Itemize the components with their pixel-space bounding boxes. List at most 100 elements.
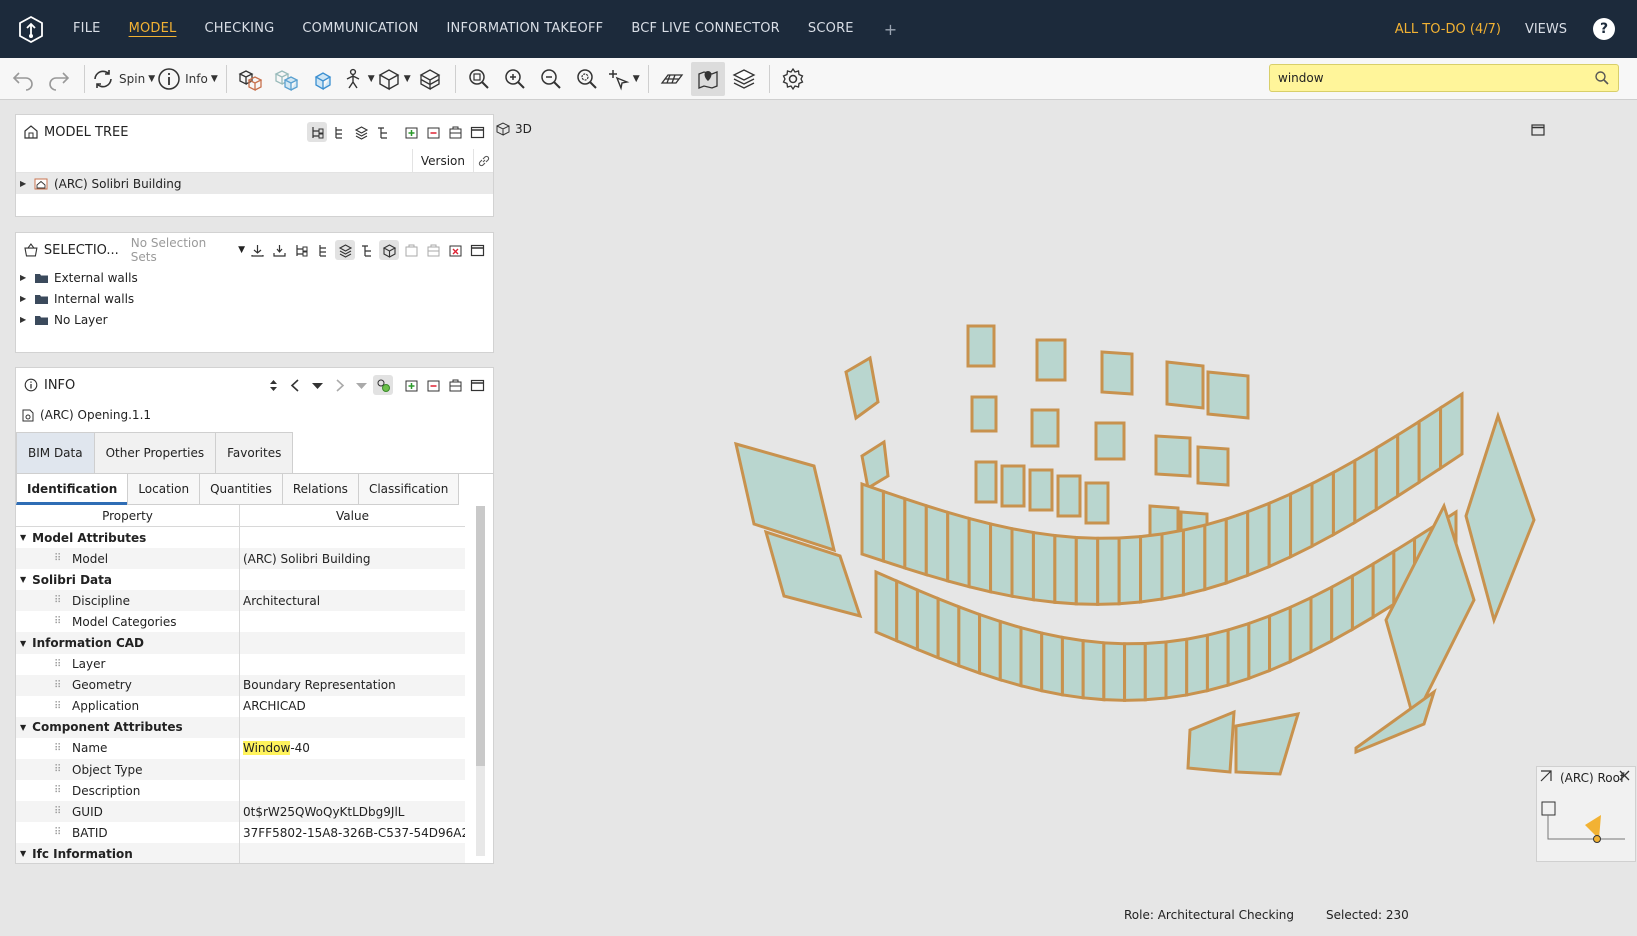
upper-window[interactable] (1000, 464, 1026, 508)
layers-button[interactable] (727, 62, 761, 96)
side-window[interactable] (860, 439, 890, 491)
tree-types-button[interactable] (373, 122, 393, 142)
menu-score[interactable]: SCORE (808, 0, 854, 58)
curtain-wall-lower[interactable] (1268, 605, 1292, 673)
tab-bim-data[interactable]: BIM Data (16, 432, 95, 473)
property-row[interactable]: Name Window-40 (16, 737, 465, 760)
upper-window[interactable] (1165, 360, 1205, 410)
menu-checking[interactable]: CHECKING (205, 0, 275, 58)
curtain-wall-upper[interactable] (1160, 528, 1185, 601)
bottom-window[interactable] (1234, 712, 1301, 776)
model-options-button[interactable] (445, 122, 465, 142)
curtain-wall-upper[interactable] (1139, 532, 1164, 604)
upper-window[interactable] (1056, 474, 1082, 518)
menu-file[interactable]: FILE (73, 0, 101, 58)
spin-dropdown-icon[interactable]: ▼ (148, 74, 155, 84)
property-column-header[interactable]: Property (16, 505, 240, 526)
right-wall-upper[interactable] (1464, 411, 1536, 625)
curtain-wall-upper[interactable] (1417, 405, 1443, 486)
left-wall-upper[interactable] (733, 441, 837, 553)
collapse-triangle-icon[interactable]: ▼ (20, 533, 26, 542)
curtain-wall-lower[interactable] (915, 587, 940, 660)
import-selection-button[interactable] (247, 240, 267, 260)
expand-triangle-icon[interactable]: ▶ (20, 294, 34, 303)
set-layers-button[interactable] (335, 240, 355, 260)
close-icon[interactable] (1618, 769, 1631, 782)
transparent-button[interactable] (269, 62, 303, 96)
curtain-wall-upper[interactable] (903, 496, 928, 577)
curtain-wall-lower[interactable] (1371, 548, 1396, 620)
property-row[interactable]: Geometry Boundary Representation (16, 674, 465, 696)
expand-minimap-icon[interactable] (1539, 769, 1553, 783)
tree-layers-button[interactable] (351, 122, 371, 142)
menu-information-takeoff[interactable]: INFORMATION TAKEOFF (447, 0, 604, 58)
upper-window[interactable] (1035, 338, 1067, 382)
property-row[interactable]: Description (16, 780, 465, 802)
curtain-wall-upper[interactable] (1074, 535, 1100, 606)
export-selection-button[interactable] (269, 240, 289, 260)
curtain-wall-lower[interactable] (1350, 561, 1375, 632)
search-input[interactable] (1278, 71, 1594, 85)
right-wall-lower[interactable] (1384, 502, 1476, 725)
subtab-relations[interactable]: Relations (281, 474, 359, 505)
curtain-wall-upper[interactable] (1267, 491, 1293, 569)
info-dropdown-icon[interactable]: ▼ (211, 74, 218, 84)
property-group-row[interactable]: ▼ Solibri Data (16, 569, 465, 591)
curtain-wall-upper[interactable] (1181, 523, 1207, 597)
selection-set-no-layer[interactable]: ▶ No Layer (16, 309, 493, 330)
curtain-wall-lower[interactable] (1309, 584, 1334, 655)
property-group-row[interactable]: ▼ Component Attributes (16, 716, 465, 738)
curtain-wall-upper[interactable] (1246, 501, 1271, 578)
curtain-wall-upper[interactable] (967, 516, 993, 594)
help-button[interactable]: ? (1593, 18, 1615, 40)
set-cube-button[interactable] (379, 240, 399, 260)
set-option2-button[interactable] (423, 240, 443, 260)
curtain-wall-upper[interactable] (1031, 530, 1057, 604)
tree-floors-button[interactable] (329, 122, 349, 142)
set-tree-button[interactable] (313, 240, 333, 260)
walk-dropdown-icon[interactable]: ▼ (368, 74, 375, 84)
version-column[interactable]: Version (411, 148, 473, 173)
floor-plan-button[interactable] (655, 62, 689, 96)
set-types-button[interactable] (357, 240, 377, 260)
upper-window[interactable] (1196, 445, 1230, 487)
subtab-identification[interactable]: Identification (16, 474, 129, 505)
sort-button[interactable] (263, 375, 283, 395)
property-row[interactable]: Model Categories (16, 611, 465, 633)
upper-window[interactable] (974, 460, 998, 504)
views-menu[interactable]: VIEWS (1525, 22, 1567, 37)
zoom-fit-button[interactable] (462, 62, 496, 96)
curtain-wall-lower[interactable] (1019, 625, 1044, 693)
show-all-button[interactable] (233, 62, 267, 96)
upper-window[interactable] (1100, 350, 1134, 396)
curtain-wall-lower[interactable] (1247, 613, 1272, 681)
property-row[interactable]: BATID 37FF5802-15A8-326B-C537-54D96A25... (16, 822, 465, 844)
search-box[interactable] (1269, 64, 1619, 92)
section-box-button[interactable] (413, 62, 447, 96)
selection-set-dropdown-icon[interactable]: ▼ (238, 245, 245, 255)
curtain-wall-upper[interactable] (1289, 481, 1314, 560)
upper-window[interactable] (1030, 408, 1060, 448)
select-dropdown-icon[interactable]: ▼ (633, 74, 640, 84)
map-button[interactable] (690, 61, 725, 96)
curtain-wall-lower[interactable] (1185, 633, 1209, 697)
add-model-button[interactable] (401, 122, 421, 142)
redo-button[interactable] (42, 62, 76, 96)
subtab-quantities[interactable]: Quantities (199, 474, 283, 505)
curtain-wall-upper[interactable] (1310, 470, 1335, 549)
curtain-wall-upper[interactable] (1331, 458, 1357, 538)
remove-model-button[interactable] (423, 122, 443, 142)
history-dropdown-button[interactable] (307, 375, 327, 395)
tab-other-properties[interactable]: Other Properties (93, 432, 217, 473)
property-group-row[interactable]: ▼ Information CAD (16, 632, 465, 654)
zoom-out-button[interactable] (534, 62, 568, 96)
solibri-logo-icon[interactable] (17, 15, 45, 43)
selection-set-external-walls[interactable]: ▶ External walls (16, 267, 493, 288)
settings-button[interactable] (776, 62, 810, 96)
subtab-location[interactable]: Location (127, 474, 201, 505)
remove-info-button[interactable] (423, 375, 443, 395)
selection-set-dropdown[interactable]: No Selection Sets (131, 236, 235, 264)
set-option-button[interactable] (401, 240, 421, 260)
previous-button[interactable] (285, 375, 305, 395)
property-group-row[interactable]: ▼ Model Attributes (16, 527, 465, 549)
